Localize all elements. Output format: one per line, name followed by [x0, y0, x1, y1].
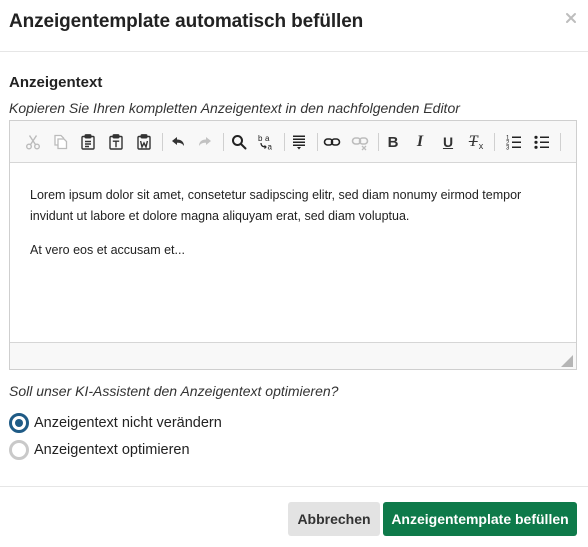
bold-icon[interactable]: B: [381, 130, 405, 154]
find-icon[interactable]: [227, 130, 251, 154]
toolbar-separator: [494, 133, 495, 151]
editor-statusbar: [10, 342, 576, 369]
toolbar-separator: [162, 133, 163, 151]
numbered-list-icon[interactable]: 123: [502, 130, 526, 154]
underline-icon[interactable]: U: [436, 130, 460, 154]
radio-label: Anzeigentext optimieren: [34, 442, 190, 458]
undo-icon[interactable]: [166, 130, 190, 154]
paste-from-word-icon[interactable]: [132, 130, 156, 154]
editor-paragraph: Lorem ipsum dolor sit amet, consetetur s…: [30, 188, 522, 223]
svg-text:3: 3: [506, 146, 510, 152]
toolbar-separator: [284, 133, 285, 151]
paste-text-icon[interactable]: [104, 130, 128, 154]
dialog-title: Anzeigentemplate automatisch befüllen: [9, 11, 364, 32]
bulleted-list-icon[interactable]: [530, 130, 554, 154]
toolbar-separator: [317, 133, 318, 151]
link-icon[interactable]: [320, 130, 344, 154]
remove-format-icon[interactable]: Tx: [464, 130, 488, 154]
dialog-footer: Abbrechen Anzeigentemplate befüllen: [0, 486, 588, 547]
toolbar-separator: [223, 133, 224, 151]
dialog-header: Anzeigentemplate automatisch befüllen: [0, 0, 588, 52]
editor-content[interactable]: Lorem ipsum dolor sit amet, consetetur s…: [10, 163, 576, 343]
optimize-question: Soll unser KI-Assistent den Anzeigentext…: [9, 383, 339, 399]
radio-button-unchecked[interactable]: [9, 440, 29, 460]
section-title: Anzeigentext: [9, 74, 103, 91]
select-all-icon[interactable]: [287, 130, 311, 154]
submit-button[interactable]: Anzeigentemplate befüllen: [383, 502, 577, 536]
editor-toolbar: baa B I U T x 1 2 3: [10, 121, 576, 163]
radio-option-keep[interactable]: Anzeigentext nicht verändern: [9, 412, 222, 434]
cancel-button[interactable]: Abbrechen: [288, 502, 380, 536]
resize-handle-icon[interactable]: [561, 354, 573, 367]
radio-button-checked[interactable]: [9, 413, 29, 433]
copy-icon[interactable]: [48, 130, 72, 154]
svg-text:a: a: [268, 143, 273, 152]
toolbar-separator: [560, 133, 561, 151]
dialog: Anzeigentemplate automatisch befüllen An…: [0, 0, 588, 547]
redo-icon[interactable]: [193, 130, 217, 154]
section-hint: Kopieren Sie Ihren kompletten Anzeigente…: [9, 100, 460, 116]
paste-icon[interactable]: [76, 130, 100, 154]
radio-label: Anzeigentext nicht verändern: [34, 415, 222, 431]
unlink-icon[interactable]: [348, 130, 372, 154]
cut-icon[interactable]: [21, 130, 45, 154]
replace-icon[interactable]: baa: [254, 130, 278, 154]
svg-text:b: b: [258, 134, 263, 143]
italic-icon[interactable]: I: [408, 130, 432, 154]
editor-paragraph: At vero eos et accusam et...: [30, 243, 185, 257]
radio-option-optimize[interactable]: Anzeigentext optimieren: [9, 439, 190, 461]
rich-text-editor: baa B I U T x 1 2 3 Lorem ipsum dolor si…: [9, 120, 577, 370]
close-icon[interactable]: [564, 11, 578, 25]
toolbar-separator: [378, 133, 379, 151]
